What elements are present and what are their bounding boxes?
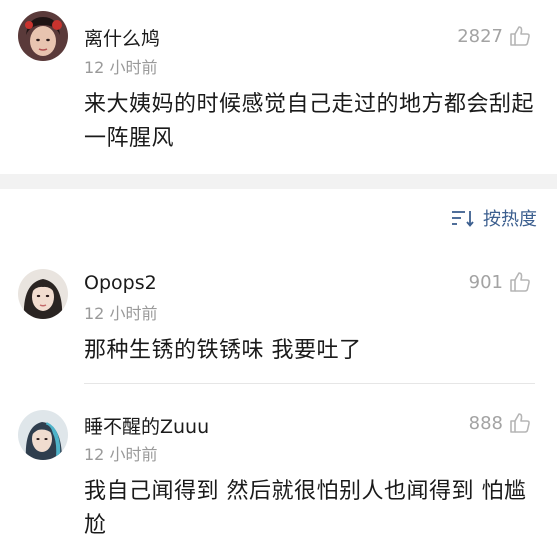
sort-label: 按热度 bbox=[483, 209, 537, 230]
like-button[interactable]: 901 bbox=[469, 271, 531, 293]
comment-time: 12 小时前 bbox=[84, 304, 158, 323]
avatar[interactable] bbox=[18, 11, 68, 61]
thumbs-up-icon bbox=[510, 272, 530, 292]
like-count: 901 bbox=[468, 271, 503, 293]
avatar-image bbox=[18, 269, 68, 319]
comment-time: 12 小时前 bbox=[84, 445, 158, 464]
avatar-image bbox=[18, 11, 68, 61]
thumbs-up-icon bbox=[510, 26, 530, 46]
comment-time: 12 小时前 bbox=[84, 58, 158, 77]
username[interactable]: 睡不醒的Zuuu bbox=[84, 412, 209, 439]
thumbs-up-icon bbox=[510, 413, 530, 433]
section-separator bbox=[0, 174, 557, 189]
username[interactable]: Opops2 bbox=[84, 272, 157, 294]
like-button[interactable]: 2827 bbox=[457, 25, 531, 47]
username[interactable]: 离什么鸠 bbox=[84, 24, 160, 51]
avatar[interactable] bbox=[18, 269, 68, 319]
like-count: 888 bbox=[468, 412, 503, 434]
comment-text: 来大姨妈的时候感觉自己走过的地方都会刮起一阵腥风 bbox=[84, 92, 535, 151]
avatar[interactable] bbox=[18, 410, 68, 460]
avatar-image bbox=[18, 410, 68, 460]
sort-icon bbox=[452, 211, 474, 227]
like-count: 2827 bbox=[457, 25, 503, 47]
sort-by-hot-button[interactable]: 按热度 bbox=[451, 205, 537, 231]
like-button[interactable]: 888 bbox=[469, 412, 531, 434]
comment-divider bbox=[84, 383, 535, 384]
comment-text: 我自己闻得到 然后就很怕别人也闻得到 怕尴尬 bbox=[84, 479, 527, 538]
comment-text: 那种生锈的铁锈味 我要吐了 bbox=[84, 338, 362, 363]
